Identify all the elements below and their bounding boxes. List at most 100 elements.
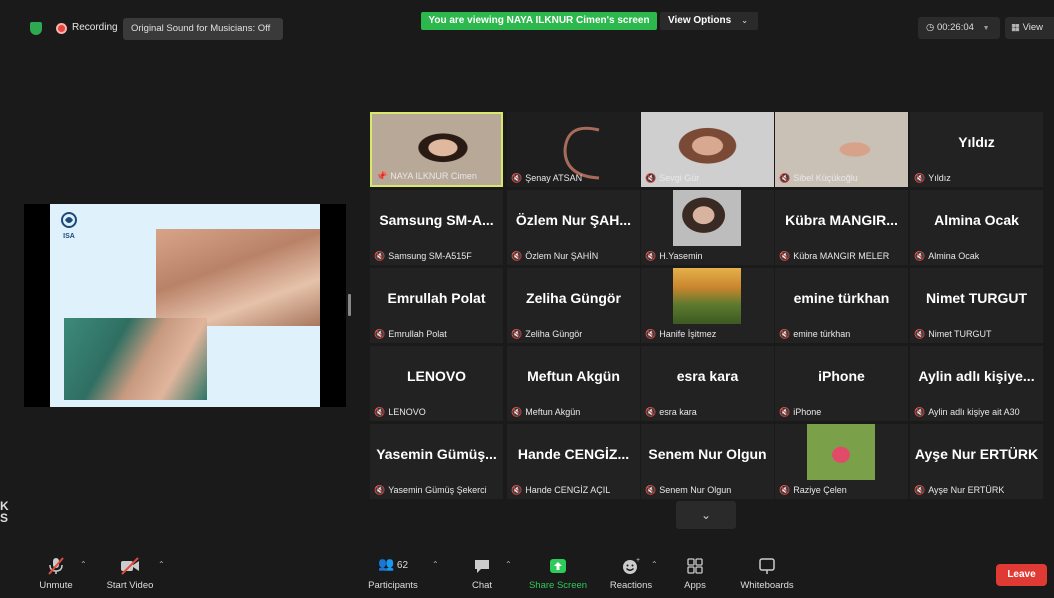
whiteboards-button[interactable]: Whiteboards <box>734 548 800 598</box>
security-shield-icon[interactable] <box>30 22 42 35</box>
svg-text:+: + <box>636 557 640 564</box>
participant-name: Samsung SM-A515F <box>388 251 472 261</box>
participant-name-caption: 🔇 Zeliha Güngör <box>511 329 582 340</box>
chat-button[interactable]: Chat <box>466 548 498 598</box>
grid-view-icon: ▦ <box>1011 22 1020 33</box>
participant-tile[interactable]: Zeliha Güngör 🔇 Zeliha Güngör <box>507 268 640 343</box>
muted-mic-icon: 🔇 <box>645 251 657 261</box>
participant-tile[interactable]: iPhone 🔇 iPhone <box>775 346 908 421</box>
participant-tile[interactable]: 🔇 H.Yasemin <box>641 190 774 265</box>
participant-name-caption: 🔇 Nimet TURGUT <box>914 329 992 340</box>
participant-name-caption: 🔇 Yasemin Gümüş Şekerci <box>374 485 487 496</box>
viewing-screen-banner: You are viewing NAYA ILKNUR Cimen's scre… <box>421 12 657 30</box>
muted-mic-icon: 🔇 <box>779 173 791 183</box>
view-options-button[interactable]: View Options ⌄ <box>660 12 758 30</box>
original-sound-button[interactable]: Original Sound for Musicians: Off <box>123 18 283 40</box>
muted-mic-icon <box>48 557 64 575</box>
more-participants-button[interactable]: ⌄ <box>676 501 736 529</box>
participant-name-caption: 🔇 Şenay ATSAN <box>511 173 582 184</box>
participant-display-name: Emrullah Polat <box>387 290 486 306</box>
reactions-caret-icon[interactable]: ⌃ <box>651 560 658 569</box>
unmute-button[interactable]: Unmute <box>28 548 84 598</box>
participant-tile[interactable]: Yıldız 🔇 Yıldız <box>910 112 1043 187</box>
participant-name: NAYA ILKNUR Cimen <box>390 171 477 181</box>
muted-mic-icon: 🔇 <box>645 173 657 183</box>
chat-label: Chat <box>471 580 493 591</box>
audio-options-caret-icon[interactable]: ⌃ <box>80 560 87 569</box>
participant-name-caption: 🔇 Raziye Çelen <box>779 485 847 496</box>
participant-name: LENOVO <box>388 407 426 417</box>
muted-mic-icon: 🔇 <box>779 329 791 339</box>
participant-name: Kübra MANGIR MELER <box>793 251 890 261</box>
view-button[interactable]: ▦ View <box>1005 17 1054 39</box>
participants-icon: 👥 <box>377 556 395 571</box>
participant-name-caption: 🔇 Yıldız <box>914 173 951 184</box>
participant-tile[interactable]: Meftun Akgün 🔇 Meftun Akgün <box>507 346 640 421</box>
split-resize-handle[interactable] <box>348 294 351 316</box>
participant-display-name: iPhone <box>818 368 865 384</box>
muted-mic-icon: 🔇 <box>645 329 657 339</box>
participant-name: Sibel Küçükoğlu <box>793 173 858 183</box>
muted-mic-icon: 🔇 <box>914 173 926 183</box>
participants-label: Participants <box>368 580 418 591</box>
participants-count: 62 <box>396 560 409 571</box>
participant-name: Aylin adlı kişiye ait A30 <box>928 407 1020 417</box>
start-video-button[interactable]: Start Video <box>100 548 160 598</box>
whiteboard-icon <box>759 558 775 574</box>
participant-tile[interactable]: 🔇 Sevgi Gür <box>641 112 774 187</box>
reactions-button[interactable]: + Reactions <box>606 548 656 598</box>
reactions-label: Reactions <box>609 580 653 591</box>
participant-tile[interactable]: Samsung SM-A... 🔇 Samsung SM-A515F <box>370 190 503 265</box>
participant-tile[interactable]: Almina Ocak 🔇 Almina Ocak <box>910 190 1043 265</box>
participant-name: esra kara <box>659 407 697 417</box>
chat-caret-icon[interactable]: ⌃ <box>505 560 512 569</box>
participant-display-name: Senem Nur Olgun <box>648 446 767 462</box>
participant-name-caption: 🔇 esra kara <box>645 407 697 418</box>
participant-tile[interactable]: Nimet TURGUT 🔇 Nimet TURGUT <box>910 268 1043 343</box>
muted-mic-icon: 🔇 <box>779 407 791 417</box>
apps-button[interactable]: Apps <box>678 548 712 598</box>
participant-name-caption: 🔇 Almina Ocak <box>914 251 979 262</box>
participant-tile[interactable]: Ayşe Nur ERTÜRK 🔇 Ayşe Nur ERTÜRK <box>910 424 1043 499</box>
video-options-caret-icon[interactable]: ⌃ <box>158 560 165 569</box>
participant-tile[interactable]: Aylin adlı kişiye... 🔇 Aylin adlı kişiye a… <box>910 346 1043 421</box>
participant-photo <box>673 268 741 324</box>
participant-tile[interactable]: 🔇 Sibel Küçükoğlu <box>775 112 908 187</box>
participant-name: H.Yasemin <box>659 251 703 261</box>
participants-button[interactable]: 👥 62 Participants <box>362 548 424 598</box>
leave-button[interactable]: Leave <box>996 564 1047 586</box>
participant-name: emine türkhan <box>793 329 851 339</box>
participant-tile[interactable]: 📌 NAYA ILKNUR Cimen <box>370 112 503 187</box>
participant-tile[interactable]: 🔇 Şenay ATSAN <box>507 112 640 187</box>
participant-tile[interactable]: Kübra MANGIR... 🔇 Kübra MANGIR MELER <box>775 190 908 265</box>
participant-tile[interactable]: Yasemin Gümüş... 🔇 Yasemin Gümüş Şekerci <box>370 424 503 499</box>
meeting-timer[interactable]: ◷ 00:26:04 ▼ <box>918 17 1000 39</box>
participant-display-name: Özlem Nur ŞAH... <box>515 212 632 228</box>
chevron-down-icon: ⌄ <box>700 508 712 522</box>
participant-name-caption: 🔇 Samsung SM-A515F <box>374 251 472 262</box>
isa-logo-icon: ISA <box>61 212 77 240</box>
pin-icon: 📌 <box>376 171 388 181</box>
participant-tile[interactable]: Hande CENGİZ... 🔇 Hande CENGİZ AÇIL <box>507 424 640 499</box>
participant-tile[interactable]: emine türkhan 🔇 emine türkhan <box>775 268 908 343</box>
muted-mic-icon: 🔇 <box>374 329 386 339</box>
participants-caret-icon[interactable]: ⌃ <box>432 560 439 569</box>
participant-display-name: Yasemin Gümüş... <box>376 446 497 462</box>
muted-mic-icon: 🔇 <box>374 485 386 495</box>
chevron-down-icon: ▼ <box>982 25 990 32</box>
participant-tile[interactable]: 🔇 Raziye Çelen <box>775 424 908 499</box>
participant-tile[interactable]: Senem Nur Olgun 🔇 Senem Nur Olgun <box>641 424 774 499</box>
participant-tile[interactable]: Emrullah Polat 🔇 Emrullah Polat <box>370 268 503 343</box>
participant-name: Hanife İşitmez <box>659 329 717 339</box>
participant-tile[interactable]: 🔇 Hanife İşitmez <box>641 268 774 343</box>
participant-tile[interactable]: LENOVO 🔇 LENOVO <box>370 346 503 421</box>
participant-tile[interactable]: Özlem Nur ŞAH... 🔇 Özlem Nur ŞAHİN <box>507 190 640 265</box>
chat-icon <box>475 560 489 573</box>
muted-mic-icon: 🔇 <box>914 407 926 417</box>
video-off-icon <box>121 557 139 575</box>
participant-display-name: Zeliha Güngör <box>526 290 621 306</box>
participant-tile[interactable]: esra kara 🔇 esra kara <box>641 346 774 421</box>
share-screen-icon <box>550 559 566 573</box>
participant-display-name: Almina Ocak <box>934 212 1019 228</box>
share-screen-button[interactable]: Share Screen <box>526 548 590 598</box>
